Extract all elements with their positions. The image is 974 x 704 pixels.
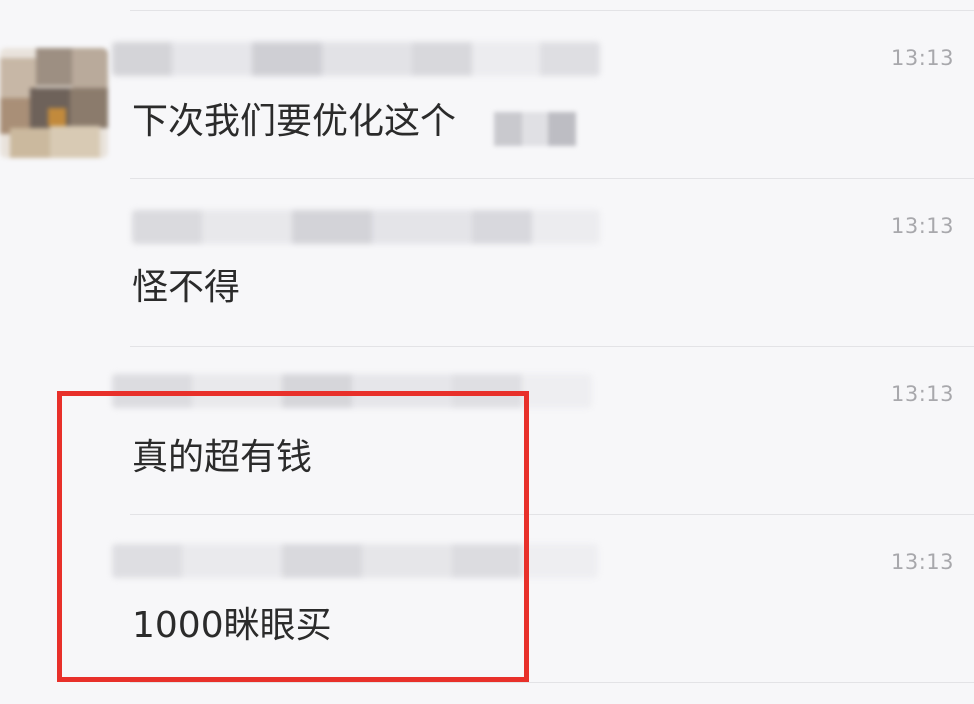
- divider: [130, 682, 974, 683]
- message-time: 13:13: [890, 550, 954, 574]
- message-text: 下次我们要优化这个: [132, 101, 457, 142]
- message-item[interactable]: 怪不得 13:13: [0, 178, 974, 346]
- message-time: 13:13: [890, 382, 954, 406]
- message-time: 13:13: [890, 214, 954, 238]
- message-time: 13:13: [890, 46, 954, 70]
- message-text: 怪不得: [132, 267, 241, 308]
- sender-name-redacted: [112, 42, 600, 76]
- sender-name-redacted: [132, 210, 600, 244]
- avatar[interactable]: [0, 48, 108, 158]
- highlight-box: [57, 391, 529, 682]
- message-item[interactable]: 下次我们要优化这个 13:13: [0, 10, 974, 178]
- chat-message-list: 下次我们要优化这个 13:13 怪不得 13:13 真的超有钱 13:13 10…: [0, 0, 974, 704]
- redacted-text: [494, 112, 576, 146]
